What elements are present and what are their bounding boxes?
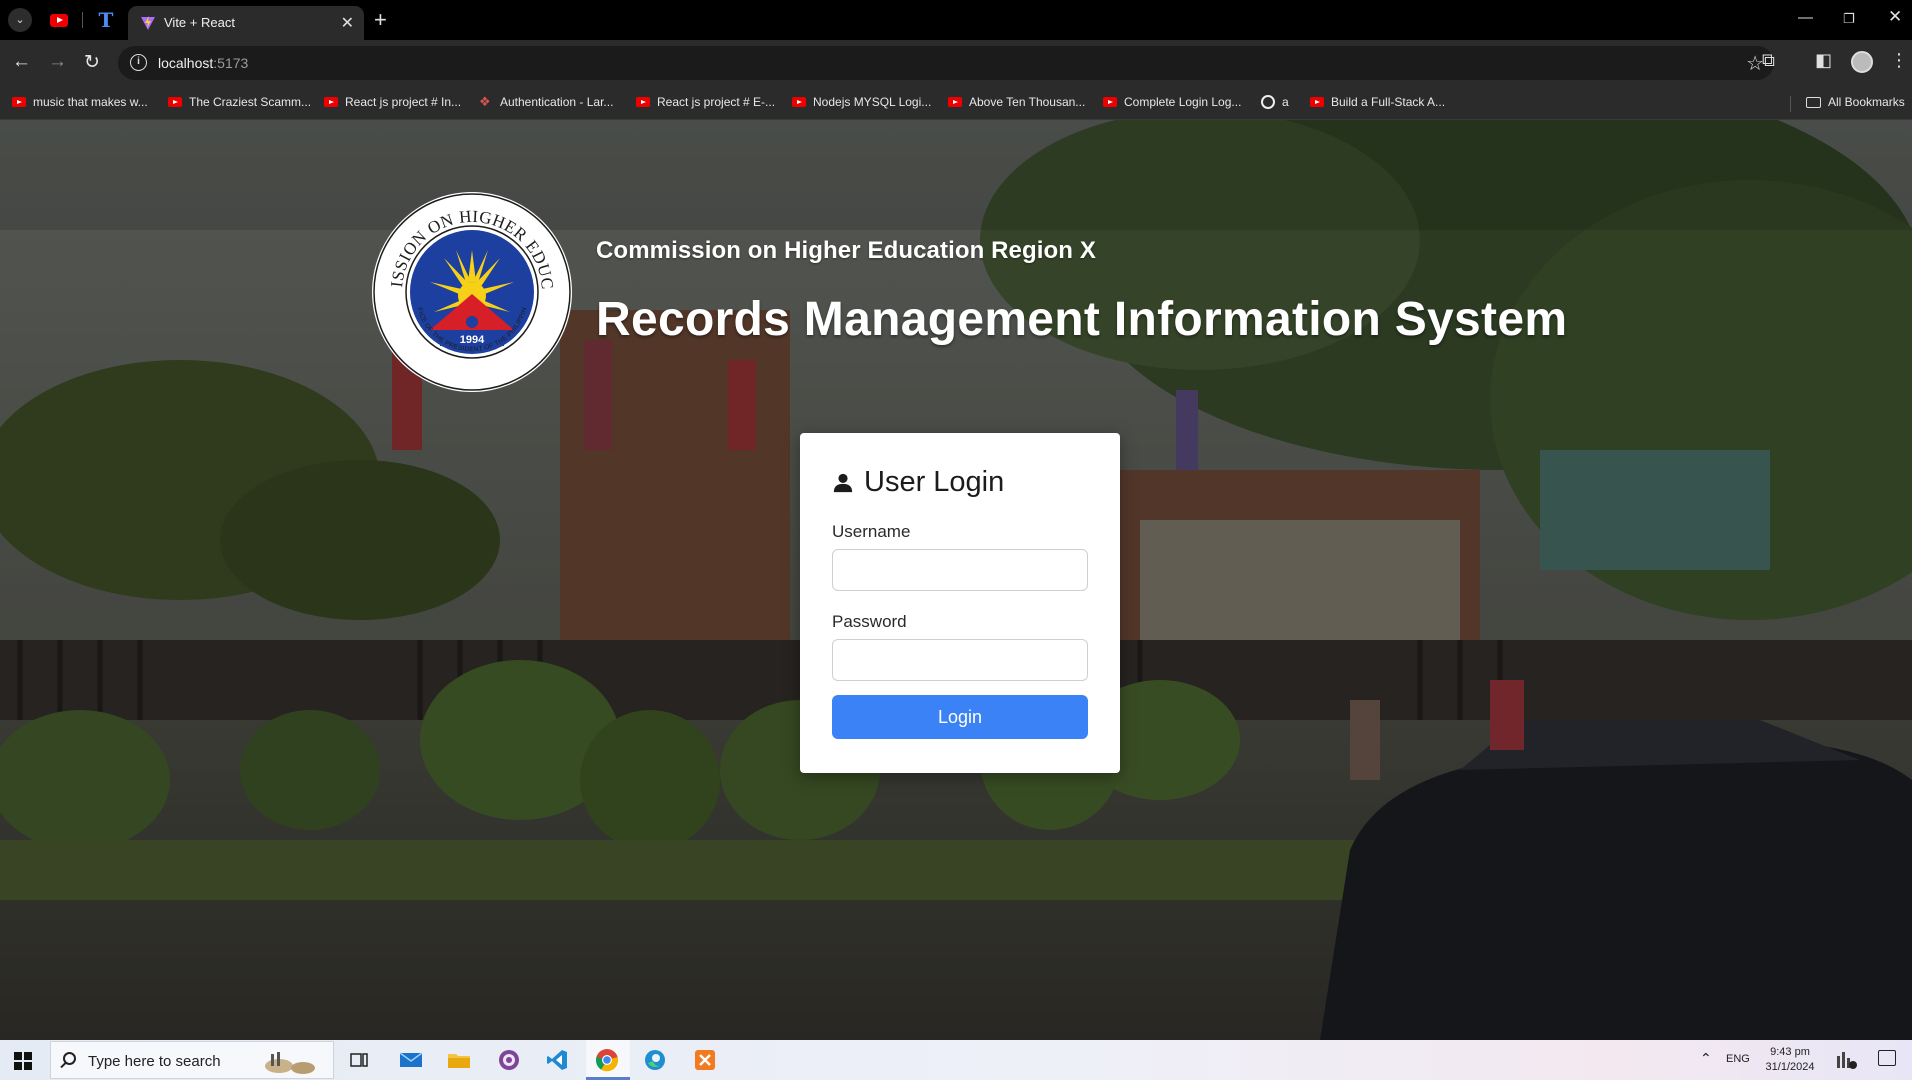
bookmark-label: Complete Login Log... — [1124, 95, 1242, 109]
forward-arrow-icon[interactable]: → — [48, 51, 67, 73]
search-icon — [63, 1052, 76, 1065]
login-card: User Login Username Password Login — [800, 433, 1120, 773]
youtube-icon — [1310, 97, 1324, 107]
task-view-icon[interactable] — [346, 1048, 372, 1072]
all-bookmarks-button[interactable]: All Bookmarks — [1806, 95, 1905, 109]
bookmark-label: music that makes w... — [33, 95, 148, 109]
youtube-icon — [636, 97, 650, 107]
address-bar[interactable]: i localhost:5173 ☆ — [118, 46, 1774, 80]
new-tab-button[interactable]: + — [374, 7, 387, 33]
tray-date: 31/1/2024 — [1765, 1061, 1815, 1073]
notification-center-icon[interactable] — [1878, 1050, 1896, 1066]
pinned-tab-youtube[interactable] — [48, 10, 70, 30]
extensions-icon[interactable]: ⧉ — [1762, 50, 1775, 71]
globe-icon — [1261, 95, 1275, 109]
url-port: :5173 — [213, 55, 249, 71]
vscode-icon[interactable] — [544, 1048, 570, 1072]
tray-language[interactable]: ENG — [1726, 1053, 1750, 1065]
youtube-icon — [948, 97, 962, 107]
browser-toolbar: ← → ↻ i localhost:5173 ☆ ⧉ ◧ ⋮ — [0, 40, 1912, 86]
tab-divider — [82, 12, 83, 28]
bookmark-item[interactable]: React js project # E-... — [636, 95, 775, 109]
url-text[interactable]: localhost:5173 — [158, 55, 248, 71]
bookmark-label: Authentication - Lar... — [500, 95, 614, 109]
tab-search-chevron-icon[interactable]: ⌄ — [8, 8, 32, 32]
taskbar-search-box[interactable]: Type here to search — [50, 1041, 334, 1079]
windows-taskbar: Type here to search ⌃ ENG 9:43 pm 31/1/2… — [0, 1040, 1912, 1080]
username-input[interactable] — [832, 549, 1088, 591]
login-page: 1994 COMMISSION ON HIGHER EDUCATION OFFI… — [0, 120, 1912, 1040]
youtube-icon — [1103, 97, 1117, 107]
tray-clock[interactable]: 9:43 pm 31/1/2024 — [1762, 1045, 1818, 1075]
bookmark-label: Above Ten Thousan... — [969, 95, 1086, 109]
password-label: Password — [832, 612, 907, 631]
tab-close-icon[interactable]: ✕ — [341, 13, 354, 33]
bookmark-item[interactable]: ❖ Authentication - Lar... — [479, 94, 614, 110]
bookmark-label: a — [1282, 95, 1289, 109]
bookmark-item[interactable]: a — [1261, 95, 1289, 109]
browser-tab-strip: ⌄ T Vite + React ✕ + — ❐ ✕ — [0, 0, 1912, 40]
bookmark-label: Nodejs MYSQL Logi... — [813, 95, 932, 109]
password-input[interactable] — [832, 639, 1088, 681]
url-host: localhost — [158, 55, 214, 71]
tray-time: 9:43 pm — [1770, 1046, 1810, 1058]
vite-icon — [141, 16, 155, 30]
login-title: User Login — [864, 466, 1005, 498]
file-explorer-icon[interactable] — [446, 1048, 472, 1072]
bookmark-label: The Craziest Scamm... — [189, 95, 312, 109]
search-highlight-art-icon — [265, 1052, 315, 1074]
taskbar-search-placeholder: Type here to search — [88, 1053, 221, 1070]
tab-title: Vite + React — [164, 15, 235, 30]
bookmark-item[interactable]: music that makes w... — [12, 95, 148, 109]
all-bookmarks-label: All Bookmarks — [1828, 95, 1905, 109]
tab-vite-react[interactable]: Vite + React ✕ — [128, 6, 364, 40]
youtube-icon — [50, 13, 68, 27]
window-minimize-button[interactable]: — — [1798, 9, 1813, 26]
edge-icon[interactable] — [642, 1048, 668, 1072]
youtube-icon — [792, 97, 806, 107]
xampp-icon[interactable] — [692, 1048, 718, 1072]
tray-chevron-up-icon[interactable]: ⌃ — [1700, 1050, 1712, 1067]
tray-widget-icon[interactable] — [1836, 1050, 1858, 1070]
youtube-icon — [12, 97, 26, 107]
bookmark-item[interactable]: Above Ten Thousan... — [948, 95, 1085, 109]
bookmark-item[interactable]: Nodejs MYSQL Logi... — [792, 95, 931, 109]
bookmark-item[interactable]: Build a Full-Stack A... — [1310, 95, 1445, 109]
page-subtitle: Commission on Higher Education Region X — [596, 237, 1096, 264]
site-info-icon[interactable]: i — [130, 54, 147, 71]
bookmark-item[interactable]: Complete Login Log... — [1103, 95, 1241, 109]
seal-year: 1994 — [460, 334, 485, 346]
bookmarks-divider — [1790, 96, 1791, 112]
bookmark-label: React js project # In... — [345, 95, 462, 109]
bookmark-label: React js project # E-... — [657, 95, 776, 109]
browser-menu-icon[interactable]: ⋮ — [1890, 50, 1908, 71]
youtube-icon — [324, 97, 338, 107]
tor-browser-icon[interactable] — [496, 1048, 522, 1072]
user-icon — [833, 473, 853, 492]
mail-icon[interactable] — [398, 1048, 424, 1072]
page-title: Records Management Information System — [596, 293, 1568, 346]
login-heading: User Login — [832, 466, 1004, 499]
t-logo-icon: T — [98, 8, 114, 32]
username-label: Username — [832, 522, 911, 541]
chrome-icon[interactable] — [594, 1048, 620, 1072]
profile-avatar[interactable] — [1851, 51, 1873, 73]
folder-icon — [1806, 96, 1821, 108]
bookmark-item[interactable]: React js project # In... — [324, 95, 461, 109]
reload-icon[interactable]: ↻ — [84, 51, 100, 74]
bookmarks-bar: music that makes w... The Craziest Scamm… — [0, 86, 1912, 120]
pinned-tab-t[interactable]: T — [95, 8, 117, 32]
bookmark-item[interactable]: The Craziest Scamm... — [168, 95, 311, 109]
ched-seal-logo: 1994 COMMISSION ON HIGHER EDUCATION OFFI… — [370, 190, 572, 392]
side-panel-icon[interactable]: ◧ — [1815, 50, 1832, 71]
laravel-icon: ❖ — [479, 94, 491, 109]
bookmark-label: Build a Full-Stack A... — [1331, 95, 1446, 109]
windows-start-icon[interactable] — [14, 1052, 32, 1070]
window-restore-button[interactable]: ❐ — [1843, 11, 1855, 27]
youtube-icon — [168, 97, 182, 107]
login-button[interactable]: Login — [832, 695, 1088, 739]
back-arrow-icon[interactable]: ← — [12, 51, 31, 73]
window-close-button[interactable]: ✕ — [1888, 7, 1902, 27]
